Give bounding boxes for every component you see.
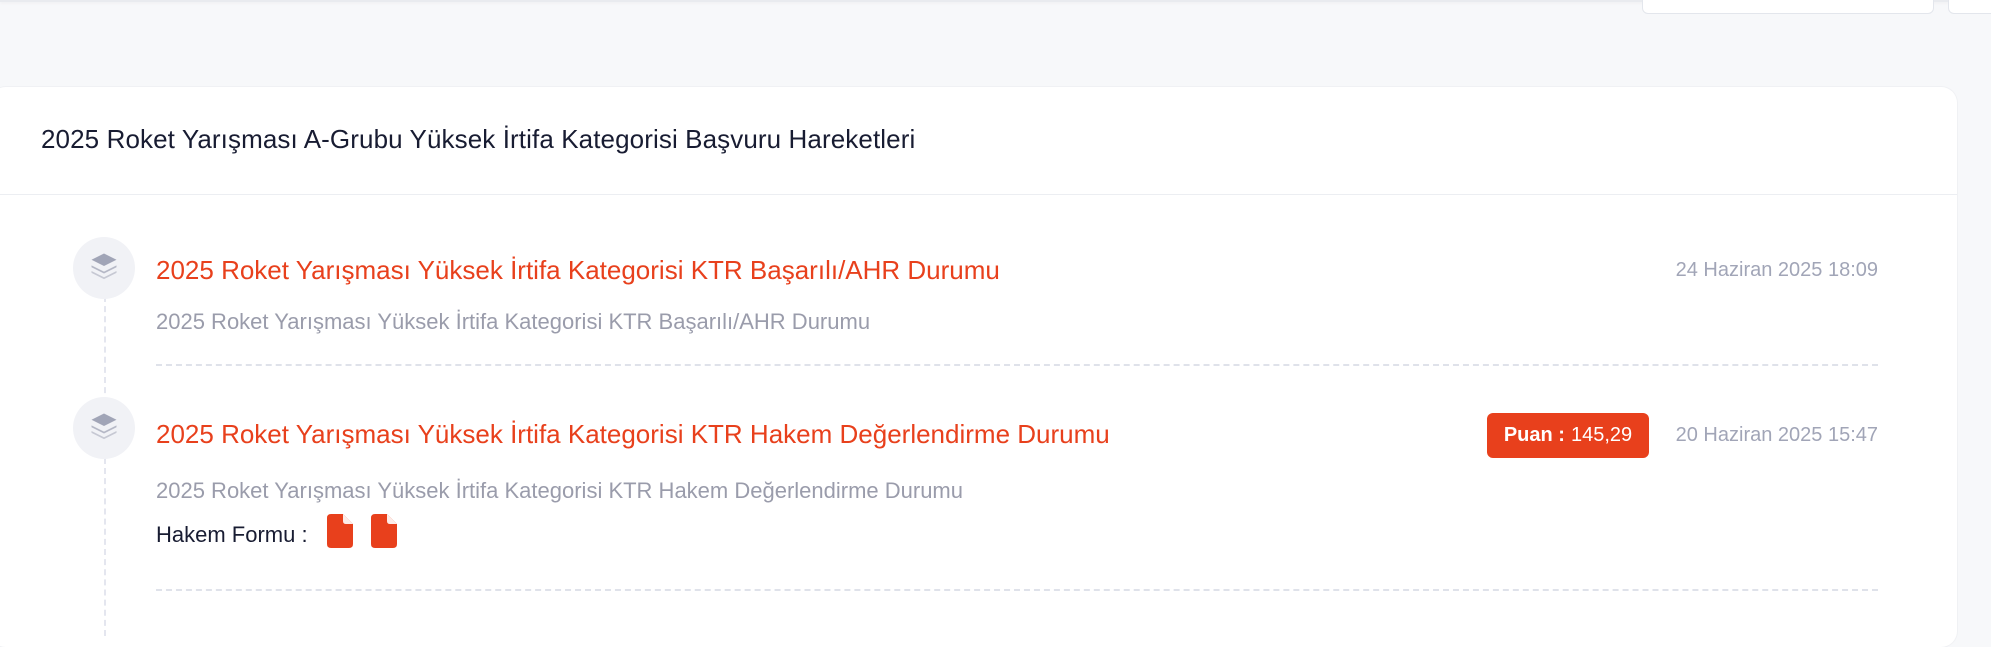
file-icon[interactable]	[327, 514, 353, 548]
timeline-item-icon-badge	[73, 237, 135, 299]
timeline-line	[104, 296, 106, 636]
timeline-item-icon-badge	[73, 397, 135, 459]
top-action-button[interactable]	[1948, 0, 1991, 14]
score-label: Puan :	[1503, 424, 1565, 446]
card-title: 2025 Roket Yarışması A-Grubu Yüksek İrti…	[41, 124, 916, 154]
timeline-item-title[interactable]: 2025 Roket Yarışması Yüksek İrtifa Kateg…	[156, 255, 1000, 286]
timeline-separator	[156, 364, 1878, 366]
layers-icon	[89, 251, 119, 286]
top-search-input[interactable]	[1642, 0, 1934, 14]
timeline-item-description: 2025 Roket Yarışması Yüksek İrtifa Kateg…	[156, 478, 963, 503]
timeline-item-date: 24 Haziran 2025 18:09	[1675, 259, 1878, 281]
score-value: 145,29	[1570, 424, 1633, 446]
score-badge: Puan : 145,29	[1487, 413, 1649, 458]
file-icon[interactable]	[371, 514, 397, 548]
referee-form-label: Hakem Formu :	[156, 522, 308, 547]
timeline-item-description: 2025 Roket Yarışması Yüksek İrtifa Kateg…	[156, 309, 871, 334]
timeline-item-title[interactable]: 2025 Roket Yarışması Yüksek İrtifa Kateg…	[156, 419, 1110, 450]
application-history-card: 2025 Roket Yarışması A-Grubu Yüksek İrti…	[0, 87, 1957, 647]
card-header: 2025 Roket Yarışması A-Grubu Yüksek İrti…	[0, 87, 1957, 195]
layers-icon	[89, 411, 119, 446]
timeline-item-date: 20 Haziran 2025 15:47	[1675, 424, 1878, 446]
timeline-separator	[156, 589, 1878, 591]
